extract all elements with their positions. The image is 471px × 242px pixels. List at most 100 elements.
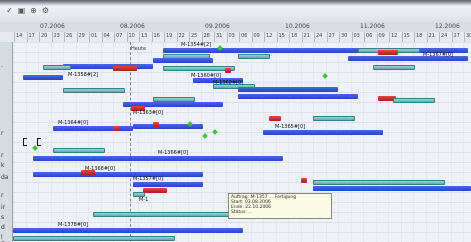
row-gridline	[13, 42, 471, 43]
task-bar[interactable]	[53, 148, 105, 153]
day-label: 23	[53, 33, 60, 39]
day-label: 13	[141, 33, 148, 39]
task-label: M-1366#[0]	[158, 150, 189, 156]
task-bar[interactable]	[13, 236, 175, 241]
task-bar[interactable]	[153, 58, 213, 63]
day-tick	[451, 32, 453, 42]
day-label: 29	[78, 33, 85, 39]
task-tooltip: Auftrag: M-1357 ... Fertigung Start: 03.…	[228, 193, 332, 219]
day-tick	[114, 32, 115, 42]
day-tick	[276, 32, 278, 42]
month-label: 09.2006	[205, 23, 230, 30]
task-bar[interactable]	[238, 87, 338, 92]
row-label: .	[1, 62, 3, 69]
save-icon[interactable]: ▣	[17, 6, 26, 15]
group-bracket	[37, 138, 41, 146]
task-bar[interactable]	[113, 66, 137, 71]
day-label: 21	[428, 33, 435, 39]
day-label: 31	[216, 33, 223, 39]
task-bar[interactable]	[313, 186, 471, 191]
task-bar[interactable]	[378, 50, 398, 55]
milestone-diamond[interactable]	[202, 133, 208, 139]
task-bar[interactable]	[53, 126, 133, 131]
task-bar[interactable]	[238, 54, 270, 59]
task-label: M-1378#[0]	[58, 222, 89, 228]
day-tick	[289, 32, 290, 42]
day-tick	[189, 32, 190, 42]
task-bar[interactable]	[43, 65, 71, 70]
task-bar[interactable]	[393, 98, 435, 103]
day-label: 06	[366, 33, 373, 39]
row-gridline	[13, 142, 471, 143]
day-label: 30	[466, 33, 471, 39]
day-tick	[351, 32, 353, 42]
day-label: 01	[91, 33, 98, 39]
task-bar[interactable]	[33, 156, 283, 161]
day-label: 12	[266, 33, 273, 39]
month-label: 08.2006	[120, 23, 145, 30]
day-tick	[64, 32, 65, 42]
check-icon[interactable]: ✓	[5, 6, 14, 15]
day-tick	[51, 32, 53, 42]
day-tick	[264, 32, 265, 42]
task-label: M-1357#[0]	[133, 176, 164, 182]
day-tick	[26, 32, 28, 42]
task-bar[interactable]	[143, 188, 167, 193]
task-bar[interactable]	[313, 180, 445, 185]
task-bar[interactable]	[238, 94, 358, 99]
day-label: 27	[328, 33, 335, 39]
task-label: M-1363#[0]	[133, 110, 164, 116]
task-bar[interactable]	[133, 124, 203, 129]
row-label: r	[1, 192, 4, 199]
day-tick	[339, 32, 340, 42]
day-label: 28	[203, 33, 210, 39]
task-bar[interactable]	[13, 228, 243, 233]
task-bar[interactable]	[23, 75, 63, 80]
day-tick	[401, 32, 403, 42]
task-bar[interactable]	[63, 64, 153, 69]
day-tick	[226, 32, 228, 42]
milestone-diamond[interactable]	[32, 145, 38, 151]
task-bar[interactable]	[313, 116, 355, 121]
task-bar[interactable]	[33, 172, 203, 177]
day-label: 30	[341, 33, 348, 39]
task-bar[interactable]	[373, 65, 415, 70]
row-label: s	[1, 214, 5, 221]
day-tick	[101, 32, 103, 42]
day-label: 22	[178, 33, 185, 39]
gantt-window: ✓ ▣ ⊕ ⚙ 07.2006 08.2006 09.2006 10.2006 …	[0, 0, 471, 242]
day-tick	[151, 32, 153, 42]
zoom-icon[interactable]: ⊕	[29, 6, 38, 15]
day-tick	[126, 32, 128, 42]
settings-icon[interactable]: ⚙	[41, 6, 50, 15]
day-tick	[314, 32, 315, 42]
month-label: 11.2006	[360, 23, 385, 30]
row-gridline	[13, 112, 471, 113]
day-label: 19	[166, 33, 173, 39]
task-bar[interactable]	[113, 126, 119, 131]
task-bar[interactable]	[153, 122, 159, 127]
gantt-chart-area[interactable]: Heute M-1354#[2] M-1358#[2] M-1367#[0] M…	[13, 42, 471, 242]
day-label: 26	[66, 33, 73, 39]
day-label: 21	[303, 33, 310, 39]
task-bar[interactable]	[133, 182, 203, 187]
day-tick	[414, 32, 415, 42]
task-label: M-1	[139, 197, 149, 203]
day-tick	[239, 32, 240, 42]
day-tick	[389, 32, 390, 42]
day-label: 09	[253, 33, 260, 39]
row-label: l En	[1, 234, 9, 242]
task-bar[interactable]	[63, 88, 125, 93]
task-bar[interactable]	[225, 68, 231, 73]
task-bar[interactable]	[263, 130, 383, 135]
milestone-diamond[interactable]	[322, 73, 328, 79]
task-bar[interactable]	[301, 178, 307, 183]
day-label: 20	[41, 33, 48, 39]
today-label: Heute	[131, 46, 147, 52]
task-bar[interactable]	[269, 116, 281, 121]
task-bar[interactable]	[93, 212, 245, 217]
row-label: ir	[1, 204, 6, 211]
task-bar[interactable]	[153, 97, 195, 102]
task-label: M-1362#[0]	[213, 80, 244, 86]
day-tick	[439, 32, 440, 42]
